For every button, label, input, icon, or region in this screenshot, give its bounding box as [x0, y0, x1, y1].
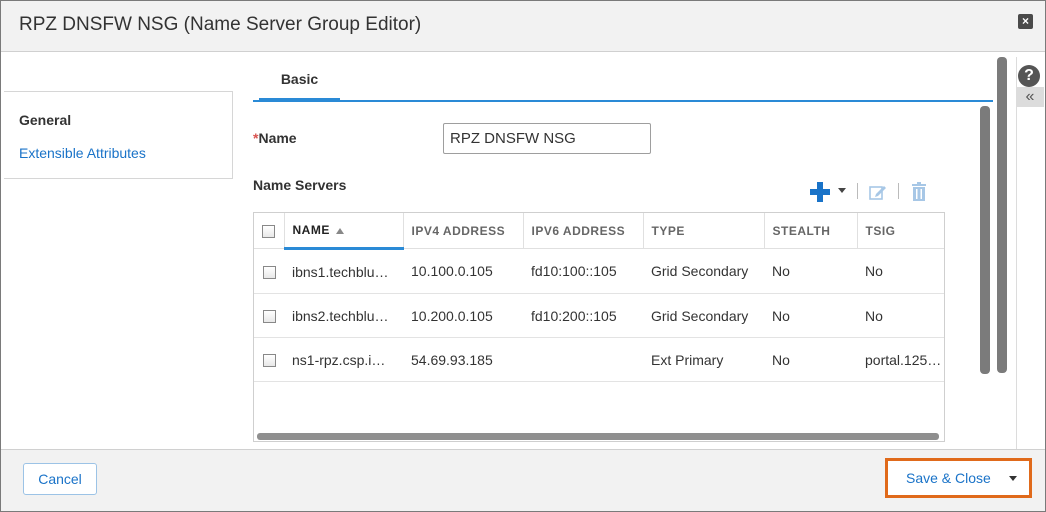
plus-icon[interactable] — [809, 179, 831, 205]
tab-basic[interactable]: Basic — [259, 59, 340, 102]
toolbar-divider — [857, 183, 858, 199]
cell-type: Ext Primary — [643, 337, 764, 382]
cell-type: Grid Secondary — [643, 248, 764, 294]
cell-ipv6: fd10:200::105 — [523, 293, 643, 338]
column-header-name[interactable]: NAME — [284, 213, 404, 250]
table-row[interactable]: ibns2.techblu… 10.200.0.105 fd10:200::10… — [254, 293, 944, 338]
row-checkbox[interactable] — [262, 310, 276, 324]
left-nav: General Extensible Attributes — [4, 91, 233, 179]
name-label-text: Name — [258, 130, 297, 146]
column-header-ipv4[interactable]: IPV4 ADDRESS — [403, 213, 524, 249]
panel-vertical-scrollbar[interactable] — [997, 57, 1007, 373]
close-icon[interactable]: × — [1018, 14, 1033, 29]
cell-stealth: No — [764, 248, 857, 294]
name-servers-label: Name Servers — [253, 177, 347, 193]
row-select-cell — [254, 337, 284, 382]
cell-ipv4: 10.100.0.105 — [403, 248, 523, 294]
toolbar-divider — [898, 183, 899, 199]
cell-tsig: No — [857, 248, 944, 294]
cell-tsig: No — [857, 293, 944, 338]
name-servers-table: NAME IPV4 ADDRESS IPV6 ADDRESS TYPE STEA… — [254, 213, 944, 382]
save-close-button[interactable]: Save & Close — [892, 465, 1002, 491]
cell-type: Grid Secondary — [643, 293, 764, 338]
column-header-ipv6[interactable]: IPV6 ADDRESS — [523, 213, 644, 249]
row-checkbox[interactable] — [262, 354, 276, 368]
column-header-tsig[interactable]: TSIG — [857, 213, 944, 249]
cell-name: ibns1.techblu… — [284, 248, 403, 294]
column-header-stealth[interactable]: STEALTH — [764, 213, 858, 249]
edit-icon[interactable] — [869, 183, 887, 201]
content-vertical-scrollbar[interactable] — [980, 106, 990, 374]
chevron-down-icon[interactable] — [838, 188, 846, 193]
row-select-cell — [254, 293, 284, 338]
nav-item-general[interactable]: General — [19, 112, 71, 128]
select-all-checkbox[interactable] — [262, 224, 276, 238]
table-row[interactable]: ibns1.techblu… 10.100.0.105 fd10:100::10… — [254, 248, 944, 294]
cell-name: ns1-rpz.csp.i… — [284, 337, 403, 382]
column-header-type[interactable]: TYPE — [643, 213, 765, 249]
chevron-down-icon[interactable] — [1009, 476, 1017, 481]
name-input[interactable] — [443, 123, 651, 154]
save-close-highlight: Save & Close — [885, 458, 1032, 498]
tab-underline — [253, 100, 993, 102]
row-checkbox[interactable] — [262, 265, 276, 279]
collapse-panel-icon[interactable]: « — [1016, 87, 1044, 107]
nav-item-extensible-attributes[interactable]: Extensible Attributes — [19, 145, 146, 161]
dialog-footer: Cancel Save & Close — [1, 449, 1045, 511]
cell-ipv6: fd10:100::105 — [523, 248, 643, 294]
select-all-cell — [254, 213, 285, 249]
help-icon[interactable]: ? — [1018, 65, 1040, 87]
cell-ipv4: 54.69.93.185 — [403, 337, 523, 382]
grid-horizontal-scrollbar[interactable] — [257, 433, 939, 440]
sort-ascending-icon — [335, 227, 344, 234]
dialog-titlebar: RPZ DNSFW NSG (Name Server Group Editor)… — [1, 1, 1045, 52]
help-panel-strip — [1016, 57, 1045, 449]
cell-ipv4: 10.200.0.105 — [403, 293, 523, 338]
cell-name: ibns2.techblu… — [284, 293, 403, 338]
cancel-button[interactable]: Cancel — [23, 463, 97, 495]
name-servers-grid: NAME IPV4 ADDRESS IPV6 ADDRESS TYPE STEA… — [253, 212, 945, 442]
cell-ipv6 — [523, 337, 643, 382]
dialog-title: RPZ DNSFW NSG (Name Server Group Editor) — [19, 14, 422, 35]
name-field-label: *Name — [253, 130, 297, 146]
cell-stealth: No — [764, 337, 857, 382]
cell-stealth: No — [764, 293, 857, 338]
name-server-group-editor-dialog: RPZ DNSFW NSG (Name Server Group Editor)… — [0, 0, 1046, 512]
table-row[interactable]: ns1-rpz.csp.i… 54.69.93.185 Ext Primary … — [254, 337, 944, 382]
row-select-cell — [254, 248, 284, 294]
trash-icon[interactable] — [911, 182, 927, 201]
table-header-row: NAME IPV4 ADDRESS IPV6 ADDRESS TYPE STEA… — [254, 213, 944, 250]
cell-tsig: portal.125… — [857, 337, 944, 382]
